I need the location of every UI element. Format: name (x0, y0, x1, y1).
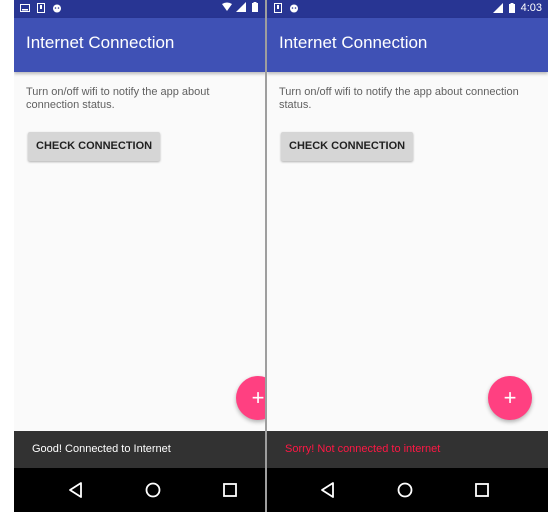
home-icon[interactable] (395, 480, 415, 500)
snackbar: Sorry! Not connected to internet (267, 431, 548, 468)
status-bar (14, 0, 266, 18)
screenshot-icon (20, 4, 30, 12)
phone-screen-right: 4:03 Internet Connection Turn on/off wif… (267, 0, 548, 512)
navigation-bar (14, 468, 266, 512)
signal-icon (492, 3, 503, 13)
battery-icon (508, 3, 515, 13)
snackbar-message: Good! Connected to Internet (32, 443, 171, 455)
fab-add-button[interactable]: + (236, 376, 266, 420)
status-time: 4:03 (520, 2, 542, 14)
navigation-bar (267, 468, 548, 512)
download-icon (274, 3, 282, 13)
snackbar-message: Sorry! Not connected to internet (285, 443, 441, 455)
back-icon[interactable] (318, 480, 338, 500)
phone-screen-left: Internet Connection Turn on/off wifi to … (14, 0, 266, 512)
signal-icon (236, 2, 246, 12)
fab-add-button[interactable]: + (488, 376, 532, 420)
check-connection-button[interactable]: CHECK CONNECTION (28, 132, 161, 161)
app-title: Internet Connection (26, 33, 175, 52)
recents-icon[interactable] (220, 480, 240, 500)
wifi-icon (222, 2, 232, 11)
instruction-text: Turn on/off wifi to notify the app about… (279, 86, 519, 111)
recents-icon[interactable] (472, 480, 492, 500)
battery-icon (252, 2, 258, 12)
android-icon (290, 4, 298, 13)
instruction-text: Turn on/off wifi to notify the app about… (26, 86, 210, 111)
status-bar: 4:03 (267, 0, 548, 18)
snackbar: Good! Connected to Internet (14, 431, 266, 468)
home-icon[interactable] (143, 480, 163, 500)
back-icon[interactable] (66, 480, 86, 500)
app-bar: Internet Connection (267, 18, 548, 72)
check-connection-button[interactable]: CHECK CONNECTION (281, 132, 414, 161)
app-title: Internet Connection (279, 33, 428, 52)
app-bar: Internet Connection (14, 18, 266, 72)
android-icon (53, 4, 61, 13)
download-icon (37, 3, 45, 13)
